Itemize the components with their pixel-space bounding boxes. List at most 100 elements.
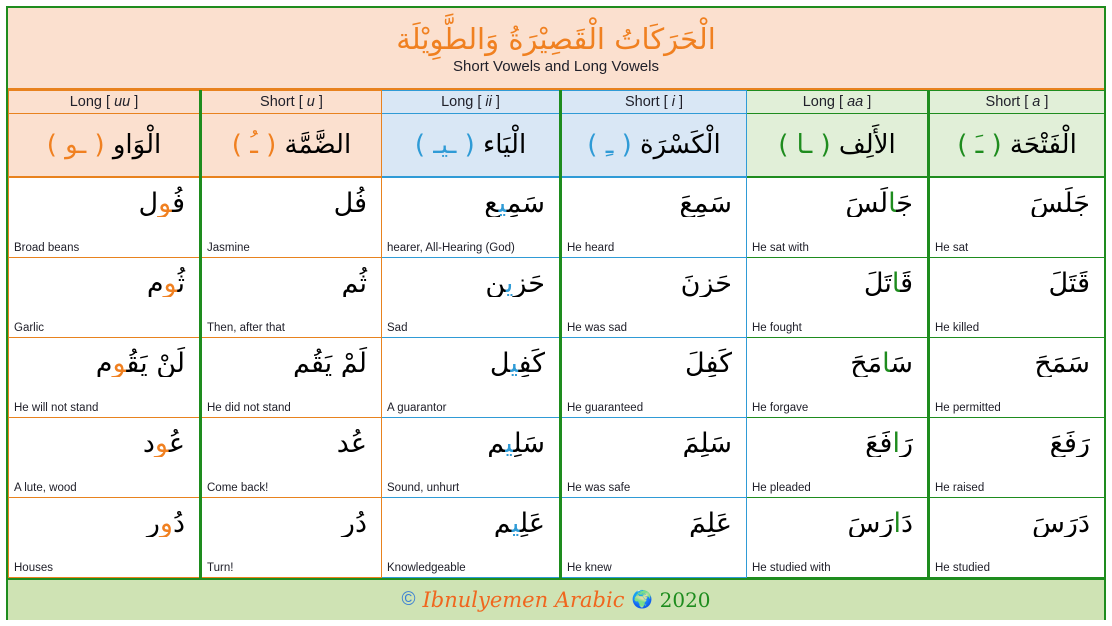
- arabic-word: جَلَسَ: [1029, 188, 1090, 217]
- sign-damma: ( ـُ ): [231, 130, 277, 160]
- gloss: Sound, unhurt: [387, 481, 460, 494]
- arabic-word: لَنْ يَقُوم: [95, 347, 185, 377]
- cell-long-uu: ثُوم Garlic: [8, 256, 201, 338]
- cell-long-ii: كَفِيل A guarantor: [381, 336, 561, 418]
- sign-kasra: ( ـِ ): [587, 130, 632, 160]
- gloss: Garlic: [14, 321, 45, 334]
- cell-short-a: رَفَعَ He raised: [927, 416, 1105, 498]
- cell-long-uu: فُول Broad beans: [8, 176, 201, 258]
- cell-short-a: قَتَلَ He killed: [927, 256, 1105, 338]
- cell-short-i: حَزِنَ He was sad: [559, 256, 747, 338]
- header-row-latin: Long [ uu ] Short [ u ] Long [ ii ] Shor…: [8, 90, 1105, 114]
- col-header-long-ii: Long [ ii ]: [381, 90, 561, 114]
- gloss: He pleaded: [752, 481, 811, 494]
- arabic-word: سَمِيع: [484, 188, 545, 217]
- gloss: A lute, wood: [14, 481, 77, 494]
- gloss: He knew: [567, 561, 612, 574]
- header-row-arabic: الْوَاو ( ـو ) الضَّمَّة ( ـُ ) الْيَاء …: [8, 113, 1105, 178]
- cell-short-a: دَرَسَ He studied: [927, 496, 1105, 578]
- cell-long-uu: عُود A lute, wood: [8, 416, 201, 498]
- cell-short-a: جَلَسَ He sat: [927, 176, 1105, 258]
- arabic-word: دَرَسَ: [1031, 507, 1090, 537]
- table-body: فُول Broad beans فُل Jasmine سَمِيع hear…: [8, 176, 1105, 578]
- globe-icon: 🌍: [631, 589, 653, 609]
- table-row: ثُوم Garlic ثُم Then, after that حَزِين …: [8, 256, 1105, 338]
- gloss: He guaranteed: [567, 401, 644, 414]
- cell-long-aa: دَارَسَ He studied with: [746, 496, 929, 578]
- gloss: He fought: [752, 321, 802, 334]
- title-bar: الْحَرَكَاتُ الْقَصِيْرَةُ وَالطَّوِيْلَ…: [8, 8, 1104, 90]
- cell-short-u: ثُم Then, after that: [199, 256, 382, 338]
- gloss: He permitted: [935, 401, 1001, 414]
- cell-short-u: لَمْ يَقُم He did not stand: [199, 336, 382, 418]
- arabic-word: عَلِمَ: [688, 507, 732, 537]
- page-title-arabic: الْحَرَكَاتُ الْقَصِيْرَةُ وَالطَّوِيْلَ…: [396, 21, 716, 56]
- gloss: He raised: [935, 481, 985, 494]
- cell-short-u: دُر Turn!: [199, 496, 382, 578]
- cell-long-aa: رَافَعَ He pleaded: [746, 416, 929, 498]
- cell-short-u: فُل Jasmine: [199, 176, 382, 258]
- author-name: Ibnulyemen Arabic: [422, 587, 625, 612]
- arabic-word: عُود: [142, 427, 185, 457]
- cell-long-ii: عَلِيم Knowledgeable: [381, 496, 561, 578]
- arabic-word: كَفِيل: [489, 347, 545, 377]
- arabic-word: قَتَلَ: [1048, 267, 1090, 297]
- arabic-word: جَالَسَ: [845, 188, 913, 217]
- arabic-word: سَلِيم: [487, 427, 545, 457]
- arabic-word: فُول: [138, 188, 186, 217]
- arabic-word: ثُم: [341, 267, 368, 297]
- arabic-word: فُل: [333, 188, 367, 217]
- gloss: He sat: [935, 241, 969, 254]
- table-row: دُور Houses دُر Turn! عَلِيم Knowledgeab…: [8, 496, 1105, 578]
- gloss: He heard: [567, 241, 615, 254]
- cell-short-i: عَلِمَ He knew: [559, 496, 747, 578]
- cell-short-u: عُد Come back!: [199, 416, 382, 498]
- arabic-word: عُد: [336, 427, 367, 457]
- table-row: فُول Broad beans فُل Jasmine سَمِيع hear…: [8, 176, 1105, 258]
- footer: © Ibnulyemen Arabic 🌍 2020: [8, 577, 1104, 620]
- gloss: Jasmine: [207, 241, 250, 254]
- copyright-icon: ©: [401, 588, 416, 610]
- col-name-short-i: الْكَسْرَة ( ـِ ): [559, 113, 747, 178]
- cell-long-uu: دُور Houses: [8, 496, 201, 578]
- gloss: Then, after that: [207, 321, 285, 334]
- gloss: A guarantor: [387, 401, 447, 414]
- gloss: He sat with: [752, 241, 809, 254]
- col-header-long-uu: Long [ uu ]: [8, 90, 201, 114]
- col-header-short-i: Short [ i ]: [559, 90, 747, 114]
- cell-short-i: سَمِعَ He heard: [559, 176, 747, 258]
- arabic-word: كَفِلَ: [685, 347, 732, 377]
- arabic-word: رَفَعَ: [1049, 427, 1090, 457]
- vowels-table: Long [ uu ] Short [ u ] Long [ ii ] Shor…: [8, 90, 1105, 578]
- col-name-long-uu: الْوَاو ( ـو ): [8, 113, 201, 178]
- col-name-short-a: الْفَتْحَة ( ـَ ): [927, 113, 1105, 178]
- gloss: Turn!: [207, 561, 234, 574]
- gloss: He killed: [935, 321, 980, 334]
- poster: الْحَرَكَاتُ الْقَصِيْرَةُ وَالطَّوِيْلَ…: [6, 6, 1106, 620]
- gloss: He was safe: [567, 481, 631, 494]
- gloss: hearer, All-Hearing (God): [387, 241, 515, 254]
- arabic-word: حَزِين: [485, 267, 545, 297]
- gloss: Houses: [14, 561, 53, 574]
- arabic-word: سَمِعَ: [679, 188, 732, 217]
- arabic-word: سَامَحَ: [850, 347, 913, 377]
- cell-short-i: كَفِلَ He guaranteed: [559, 336, 747, 418]
- cell-long-ii: سَمِيع hearer, All-Hearing (God): [381, 176, 561, 258]
- gloss: He did not stand: [207, 401, 291, 414]
- gloss: Come back!: [207, 481, 269, 494]
- arabic-word: حَزِنَ: [680, 267, 732, 297]
- cell-long-aa: قَاتَلَ He fought: [746, 256, 929, 338]
- gloss: He studied with: [752, 561, 831, 574]
- sign-yaa: ( ـيـ ): [414, 130, 475, 160]
- cell-short-a: سَمَحَ He permitted: [927, 336, 1105, 418]
- sign-waw: ( ـو ): [46, 130, 105, 160]
- gloss: Knowledgeable: [387, 561, 466, 574]
- cell-long-aa: جَالَسَ He sat with: [746, 176, 929, 258]
- footer-year: 2020: [659, 587, 711, 612]
- col-header-long-aa: Long [ aa ]: [746, 90, 929, 114]
- arabic-word: سَمَحَ: [1034, 347, 1090, 377]
- col-header-short-u: Short [ u ]: [199, 90, 382, 114]
- gloss: He forgave: [752, 401, 809, 414]
- sign-alif: ( ـا ): [778, 130, 831, 160]
- cell-long-ii: حَزِين Sad: [381, 256, 561, 338]
